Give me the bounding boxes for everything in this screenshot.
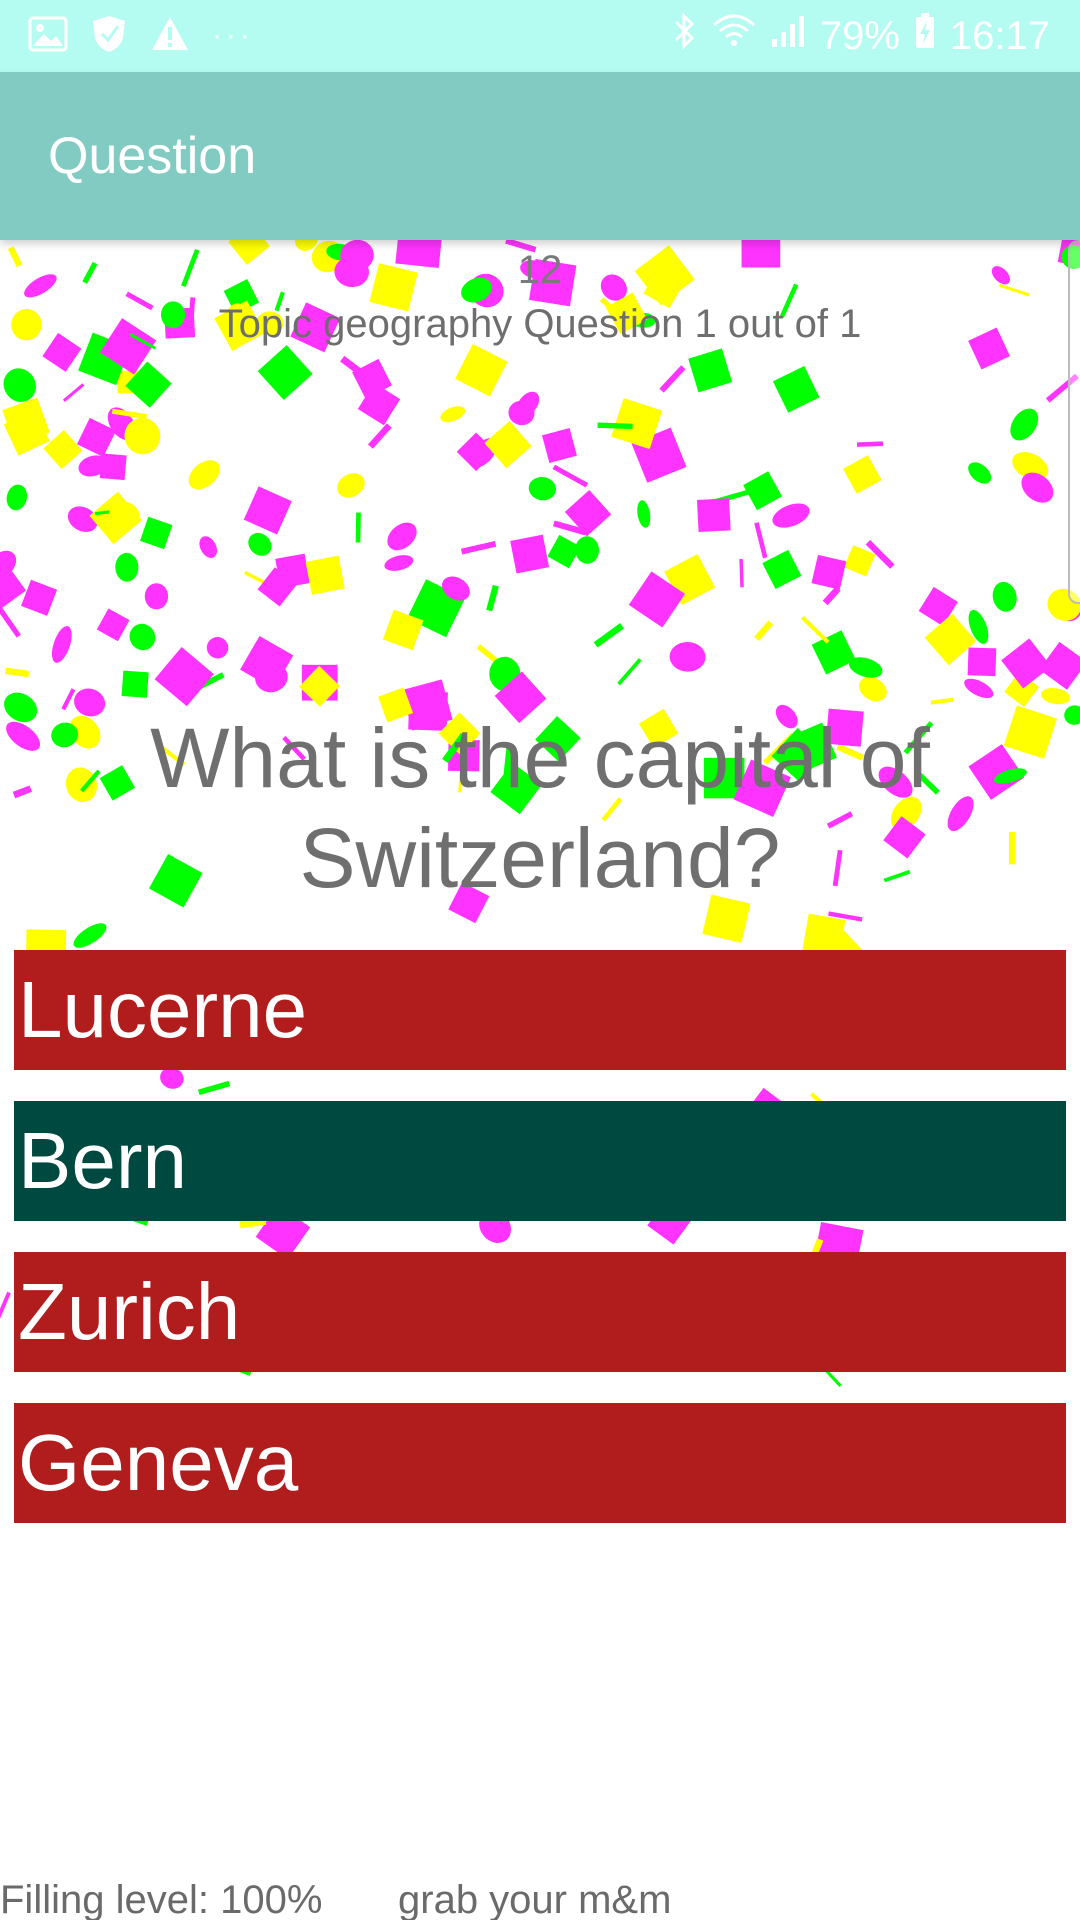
- answer-button-1[interactable]: Lucerne: [14, 950, 1066, 1070]
- topic-progress-label: Topic geography Question 1 out of 1: [218, 302, 862, 346]
- answer-button-3[interactable]: Zurich: [14, 1252, 1066, 1372]
- bluetooth-icon: [672, 11, 698, 61]
- wifi-icon: [712, 13, 756, 59]
- more-notifications-icon: ···: [212, 19, 254, 52]
- signal-icon: [770, 13, 806, 59]
- quiz-screen: ··· 79% 16:17 Question 12 Topic geograph…: [0, 0, 1080, 1920]
- status-right-icons: 79% 16:17: [672, 0, 1050, 72]
- countdown-timer: 12: [517, 248, 563, 292]
- question-text: What is the capital of Switzerland?: [150, 711, 930, 905]
- grab-mm-label: grab your m&m: [398, 1878, 672, 1920]
- shield-icon: [90, 14, 128, 59]
- app-bar: Question: [0, 72, 1080, 240]
- battery-charging-icon: [914, 12, 936, 60]
- filling-level-label: Filling level: 100%: [0, 1878, 323, 1920]
- clock: 16:17: [949, 13, 1050, 58]
- battery-percent: 79%: [819, 13, 900, 58]
- warning-icon: [150, 15, 190, 58]
- edge-panel-handle[interactable]: [1068, 240, 1080, 604]
- status-left-icons: ···: [28, 14, 254, 58]
- quiz-content: 12 Topic geography Question 1 out of 1 W…: [0, 240, 1080, 1920]
- page-title: Question: [48, 127, 257, 185]
- answer-button-2[interactable]: Bern: [14, 1101, 1066, 1221]
- status-bar: ··· 79% 16:17: [0, 0, 1080, 72]
- image-icon: [28, 16, 68, 57]
- answer-button-4[interactable]: Geneva: [14, 1403, 1066, 1523]
